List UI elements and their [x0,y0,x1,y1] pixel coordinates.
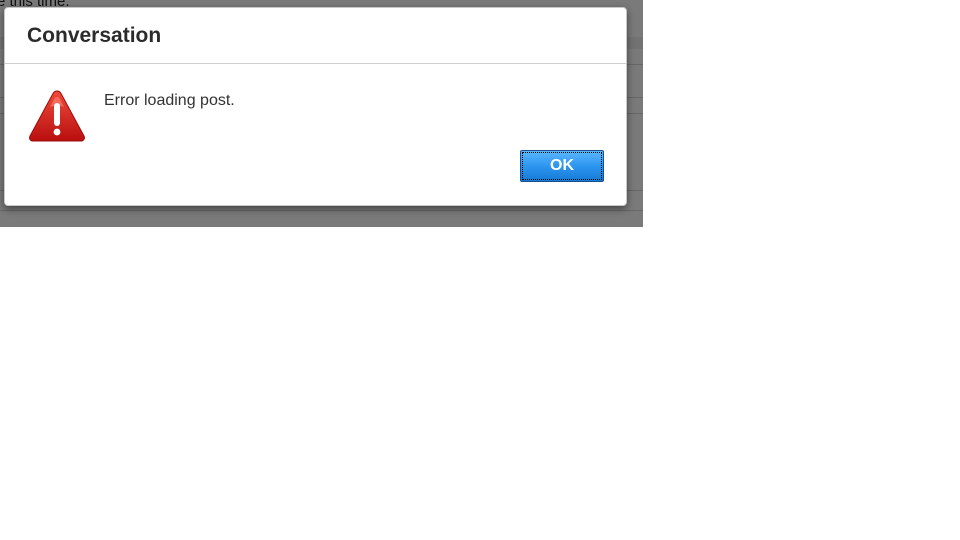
dialog-body: Error loading post. OK [5,64,626,206]
dialog-title: Conversation [27,23,162,47]
ok-button[interactable]: OK [520,150,604,182]
dialog-header: Conversation [5,8,626,64]
warning-triangle-icon [29,90,85,142]
error-message: Error loading post. [104,92,235,109]
screen: e this time. t Conversation [0,0,960,540]
error-dialog: Conversation Error loading post. OK [4,7,627,206]
